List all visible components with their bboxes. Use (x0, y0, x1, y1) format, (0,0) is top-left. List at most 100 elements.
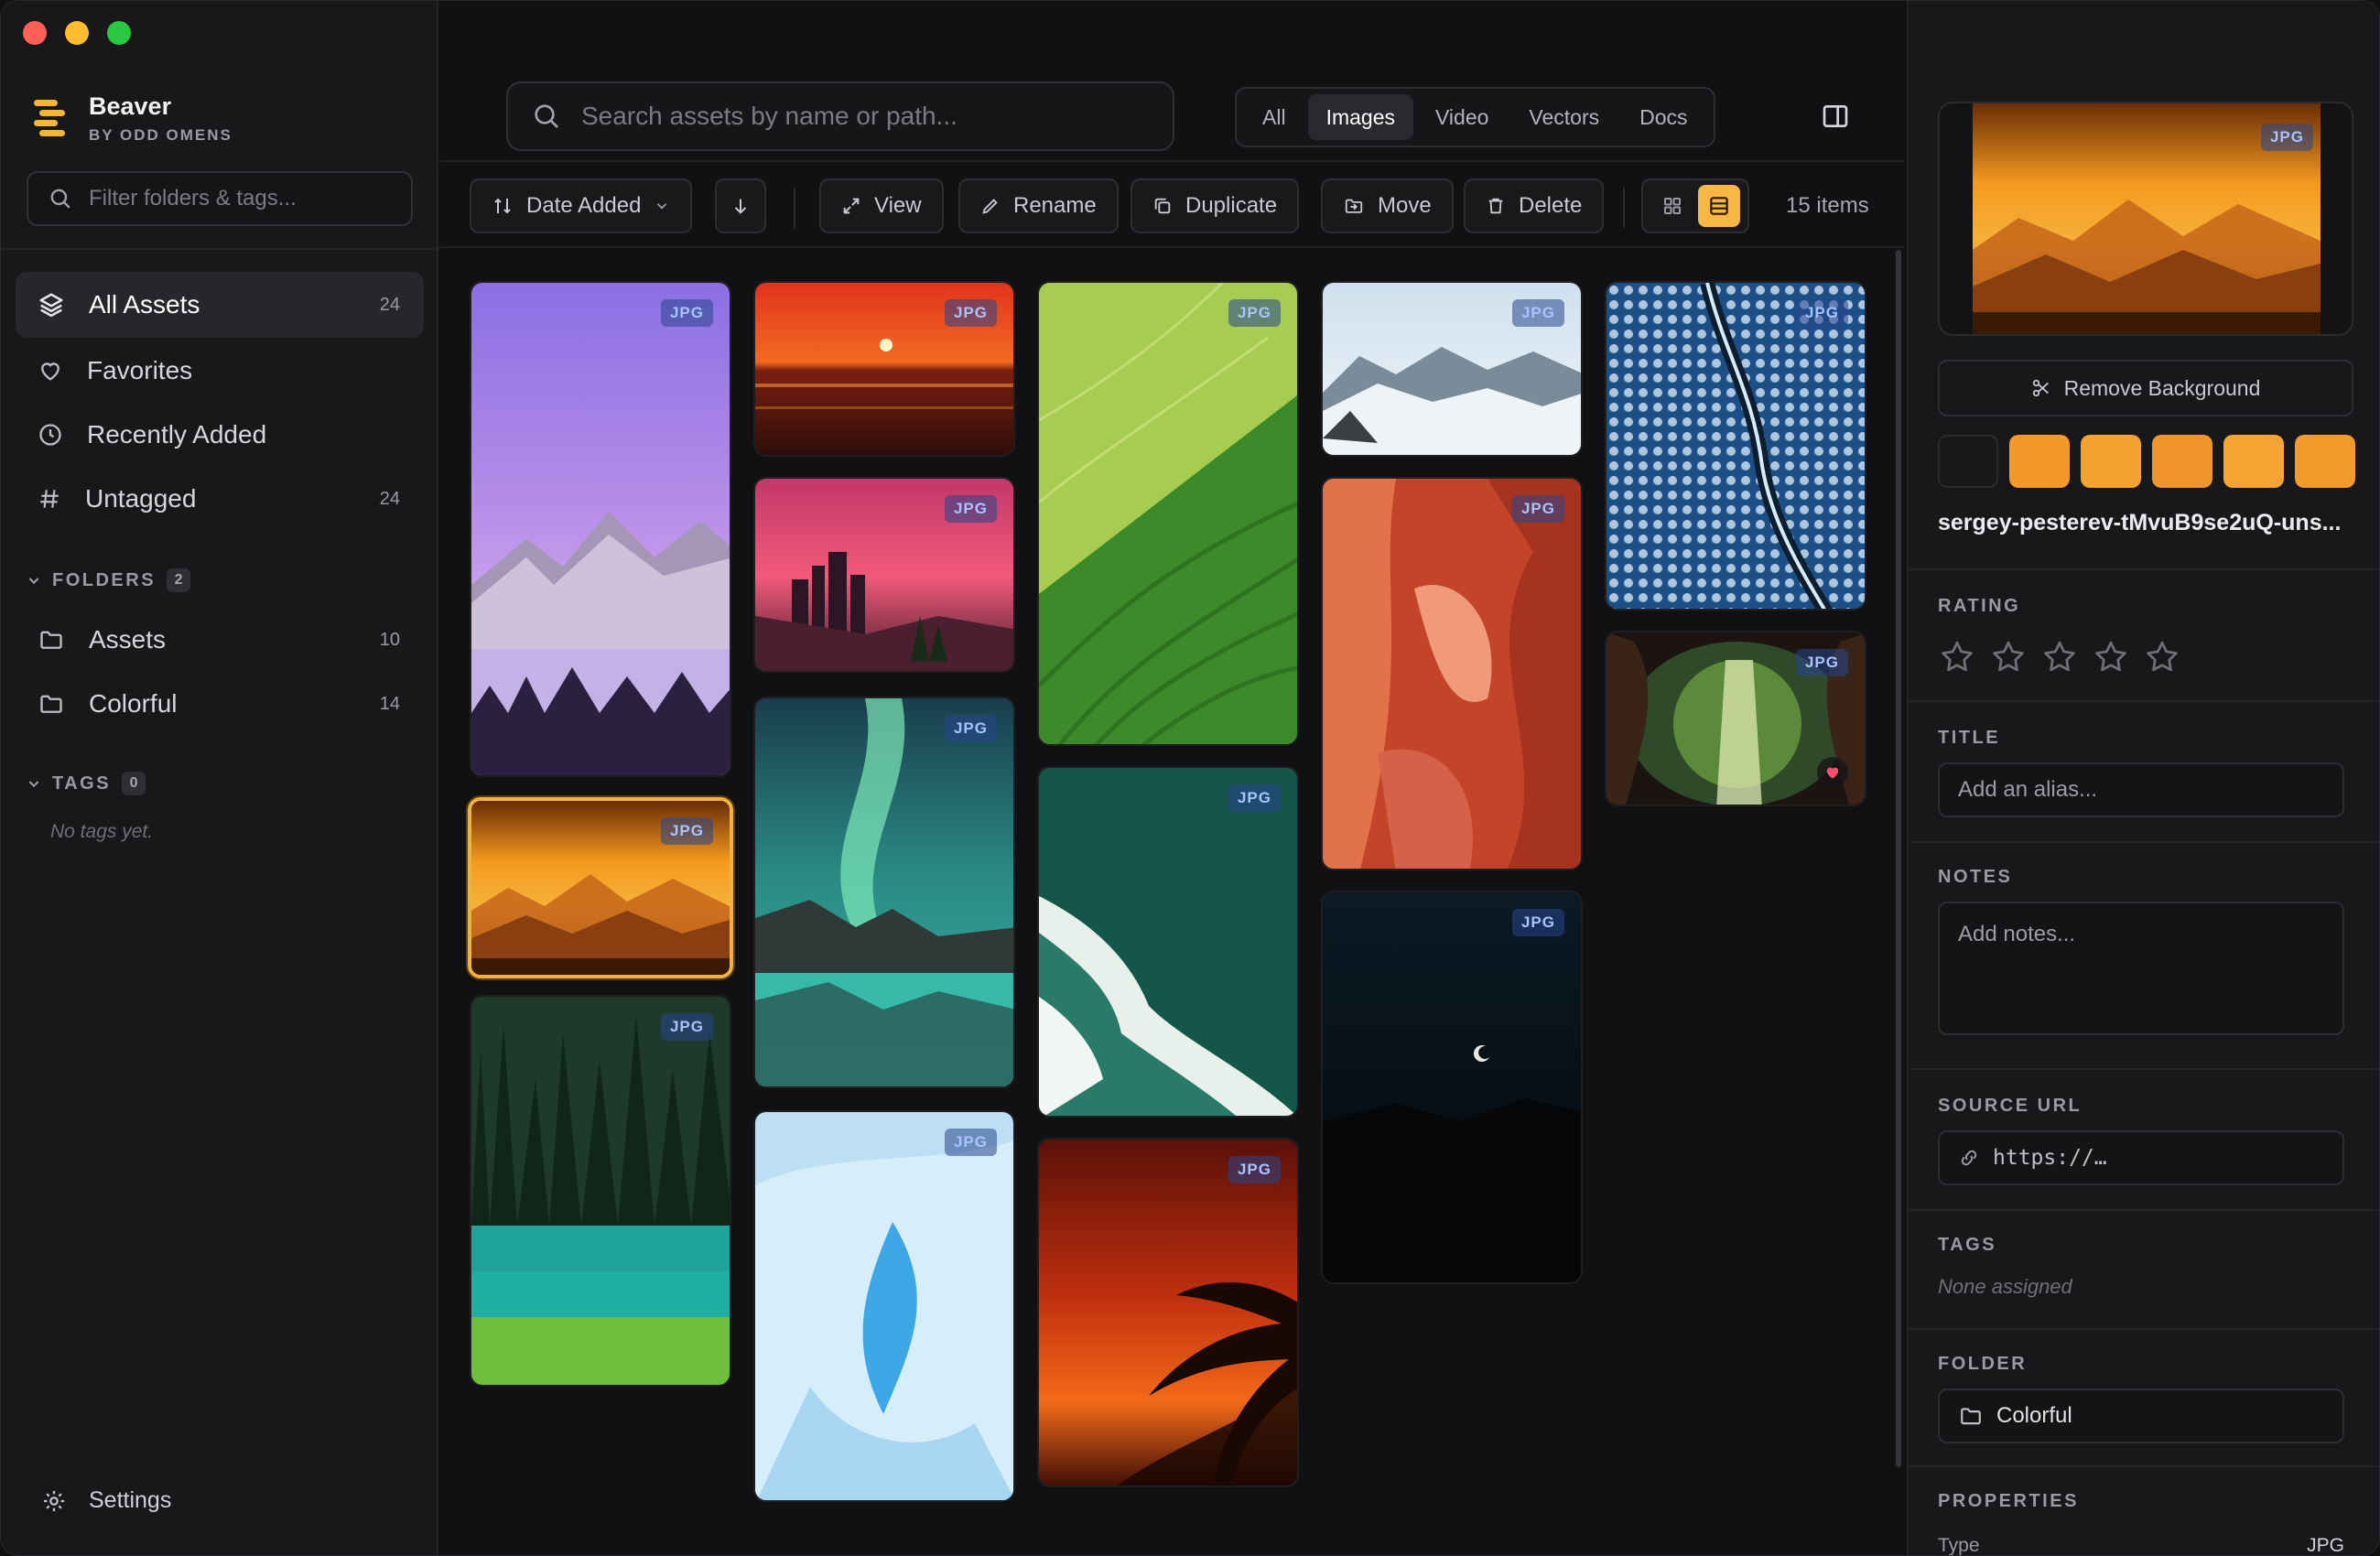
sort-arrows-icon (494, 198, 511, 214)
chevron-down-icon (28, 781, 39, 788)
asset-tile-red-canyon[interactable]: JPG (1321, 477, 1583, 870)
inspector-divider (1909, 841, 2379, 843)
star-icon[interactable] (2092, 638, 2130, 676)
file-type-badge: JPG (1795, 649, 1848, 676)
thumbnail-green-terraces (1039, 283, 1297, 744)
color-swatch[interactable] (2152, 435, 2212, 488)
nav-count: 24 (379, 488, 400, 509)
minimize-window-button[interactable] (65, 21, 89, 45)
file-type-badge: JPG (944, 1129, 997, 1156)
settings-button[interactable]: Settings (41, 1487, 171, 1514)
nav-all-assets[interactable]: All Assets 24 (16, 272, 424, 338)
star-icon[interactable] (2040, 638, 2079, 676)
nav-favorites[interactable]: Favorites (16, 338, 424, 404)
asset-tile-orange-mountain-sunset[interactable]: JPG (468, 797, 733, 978)
masonry-view-button[interactable] (1697, 185, 1740, 227)
property-value: JPG (2307, 1535, 2344, 1556)
tab-video[interactable]: Video (1417, 94, 1507, 140)
color-swatch[interactable] (2009, 435, 2070, 488)
view-mode-toggle (1641, 178, 1749, 233)
inspector-divider (1909, 1209, 2379, 1211)
duplicate-button[interactable]: Duplicate (1130, 178, 1300, 233)
tags-label: TAGS (1938, 1235, 1997, 1255)
thumbnail-aurora-coast (755, 698, 1013, 1086)
asset-tile-night-moon[interactable]: JPG (1321, 891, 1583, 1284)
view-button[interactable]: View (819, 178, 944, 233)
inspector-divider (1909, 568, 2379, 570)
tab-images[interactable]: Images (1307, 94, 1413, 140)
app-window: Beaver BY ODD OMENS Filter folders & tag… (0, 0, 2380, 1556)
asset-tile-ocean-waves[interactable]: JPG (1037, 766, 1299, 1118)
asset-tile-snowy-glacier[interactable]: JPG (1321, 281, 1583, 457)
inspector-divider (1909, 700, 2379, 702)
grid-scrollbar[interactable] (1896, 250, 1901, 1467)
folder-label: FOLDER (1938, 1354, 2028, 1374)
asset-tile-purple-mountains[interactable]: JPG (470, 281, 731, 777)
source-url-input[interactable]: https://… (1938, 1130, 2344, 1185)
asset-tile-forest-lake[interactable]: JPG (470, 995, 731, 1387)
file-type-badge: JPG (1511, 909, 1564, 936)
asset-preview[interactable]: JPG (1938, 102, 2353, 336)
color-swatch[interactable] (2295, 435, 2355, 488)
asset-tile-green-terraces[interactable]: JPG (1037, 281, 1299, 746)
asset-tile-palm-red-sky[interactable]: JPG (1037, 1138, 1299, 1487)
color-swatch[interactable] (2223, 435, 2284, 488)
asset-tile-pink-city-skyline[interactable]: JPG (753, 477, 1015, 673)
tab-all[interactable]: All (1244, 94, 1304, 140)
tab-vectors[interactable]: Vectors (1510, 94, 1617, 140)
tab-docs[interactable]: Docs (1621, 94, 1705, 140)
nav-recently-added[interactable]: Recently Added (16, 402, 424, 468)
beaver-logo-icon (30, 96, 69, 142)
folders-count-badge: 2 (167, 568, 191, 592)
folders-heading[interactable]: FOLDERS 2 (27, 568, 191, 592)
view-label: View (874, 193, 922, 218)
folder-icon (40, 695, 62, 713)
folder-colorful[interactable]: Colorful 14 (16, 671, 424, 737)
star-icon[interactable] (1989, 638, 2028, 676)
asset-tile-frozen-forest-river[interactable]: JPG (1605, 281, 1866, 611)
scissors-icon (2032, 379, 2049, 397)
nav-untagged[interactable]: Untagged 24 (16, 466, 424, 532)
delete-label: Delete (1519, 193, 1583, 218)
close-window-button[interactable] (23, 21, 47, 45)
nav-count: 24 (379, 294, 400, 315)
asset-tile-blue-ice[interactable]: JPG (753, 1110, 1015, 1502)
asset-tile-red-ocean-sunset[interactable]: JPG (753, 281, 1015, 457)
sort-label: Date Added (526, 193, 642, 218)
title-input[interactable]: Add an alias... (1938, 762, 2344, 817)
star-icon[interactable] (2143, 638, 2181, 676)
filter-input[interactable]: Filter folders & tags... (27, 171, 413, 226)
move-button[interactable]: Move (1321, 178, 1454, 233)
notes-textarea[interactable]: Add notes... (1938, 902, 2344, 1035)
star-icon[interactable] (1938, 638, 1976, 676)
tags-count-badge: 0 (122, 772, 146, 795)
title-placeholder: Add an alias... (1958, 777, 2098, 802)
asset-filename: sergey-pesterev-tMvuB9se2uQ-uns... (1938, 510, 2342, 535)
color-swatch[interactable] (2081, 435, 2141, 488)
favorite-heart-icon[interactable] (1817, 757, 1848, 788)
arrow-down-icon (734, 199, 747, 214)
sidebar-right-icon (1823, 105, 1848, 127)
tags-heading[interactable]: TAGS 0 (27, 772, 146, 795)
search-input[interactable]: Search assets by name or path... (506, 81, 1174, 151)
asset-tile-forest-cave-illustration[interactable]: JPG (1605, 631, 1866, 806)
remove-background-button[interactable]: Remove Background (1938, 360, 2353, 416)
folder-select[interactable]: Colorful (1938, 1389, 2344, 1443)
thumbnail-red-canyon (1323, 479, 1581, 869)
trash-icon (1488, 198, 1503, 214)
delete-button[interactable]: Delete (1464, 178, 1605, 233)
toggle-inspector-button[interactable] (1821, 102, 1850, 135)
folder-count: 10 (379, 629, 400, 650)
sort-direction-button[interactable] (715, 178, 766, 233)
sort-dropdown[interactable]: Date Added (470, 178, 693, 233)
folder-assets[interactable]: Assets 10 (16, 607, 424, 673)
rating-stars (1938, 638, 2181, 676)
gear-icon (43, 1490, 65, 1511)
color-swatch[interactable] (1938, 435, 1998, 488)
type-filter-tabs: All Images Video Vectors Docs (1235, 87, 1715, 147)
grid-view-button[interactable] (1651, 185, 1693, 227)
asset-tile-aurora-coast[interactable]: JPG (753, 697, 1015, 1088)
zoom-window-button[interactable] (107, 21, 131, 45)
file-type-badge: JPG (1228, 1156, 1281, 1183)
rename-button[interactable]: Rename (958, 178, 1119, 233)
